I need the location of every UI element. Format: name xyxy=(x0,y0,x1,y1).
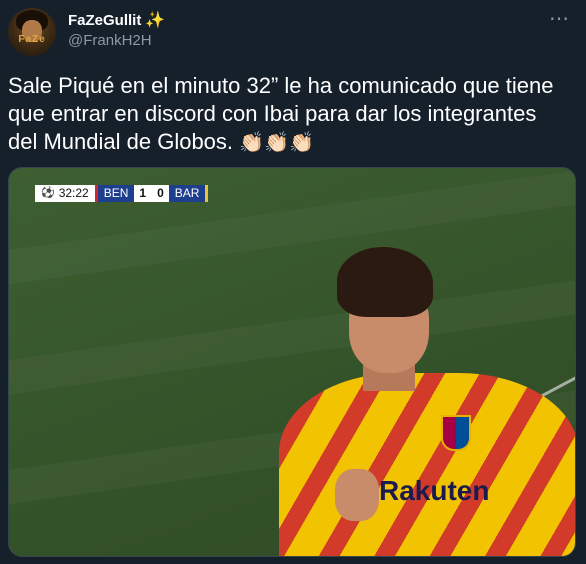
player-shirt xyxy=(279,373,575,556)
away-team-color xyxy=(205,185,209,202)
football-icon: ⚽ xyxy=(41,187,55,199)
tweet-media-image[interactable]: ⚽ 32:22 BEN 1 0 BAR Rakuten xyxy=(8,167,576,557)
sparkle-icon: ✨ xyxy=(145,12,165,29)
clock-value: 32:22 xyxy=(58,186,89,200)
club-crest xyxy=(441,415,471,451)
away-team: BAR xyxy=(168,185,206,202)
player-hair xyxy=(337,247,433,317)
away-score: 0 xyxy=(152,185,169,202)
player-hand xyxy=(335,469,379,521)
home-score: 1 xyxy=(134,185,152,202)
scoreboard: ⚽ 32:22 BEN 1 0 BAR xyxy=(35,185,209,202)
user-handle[interactable]: @FrankH2H xyxy=(68,32,152,49)
more-options-icon[interactable]: ⋯ xyxy=(549,6,570,31)
match-clock: ⚽ 32:22 xyxy=(35,185,95,202)
player-figure: Rakuten xyxy=(279,243,575,556)
avatar[interactable]: FaZe xyxy=(8,8,56,56)
display-name[interactable]: FaZeGullit xyxy=(68,12,141,29)
home-team: BEN xyxy=(97,185,135,202)
avatar-logo-text: FaZe xyxy=(18,34,46,45)
tweet-text: Sale Piqué en el minuto 32” le ha comuni… xyxy=(8,72,568,157)
shirt-sponsor: Rakuten xyxy=(379,475,490,506)
clapping-hands-icon: 👏🏻👏🏻👏🏻 xyxy=(239,132,314,154)
